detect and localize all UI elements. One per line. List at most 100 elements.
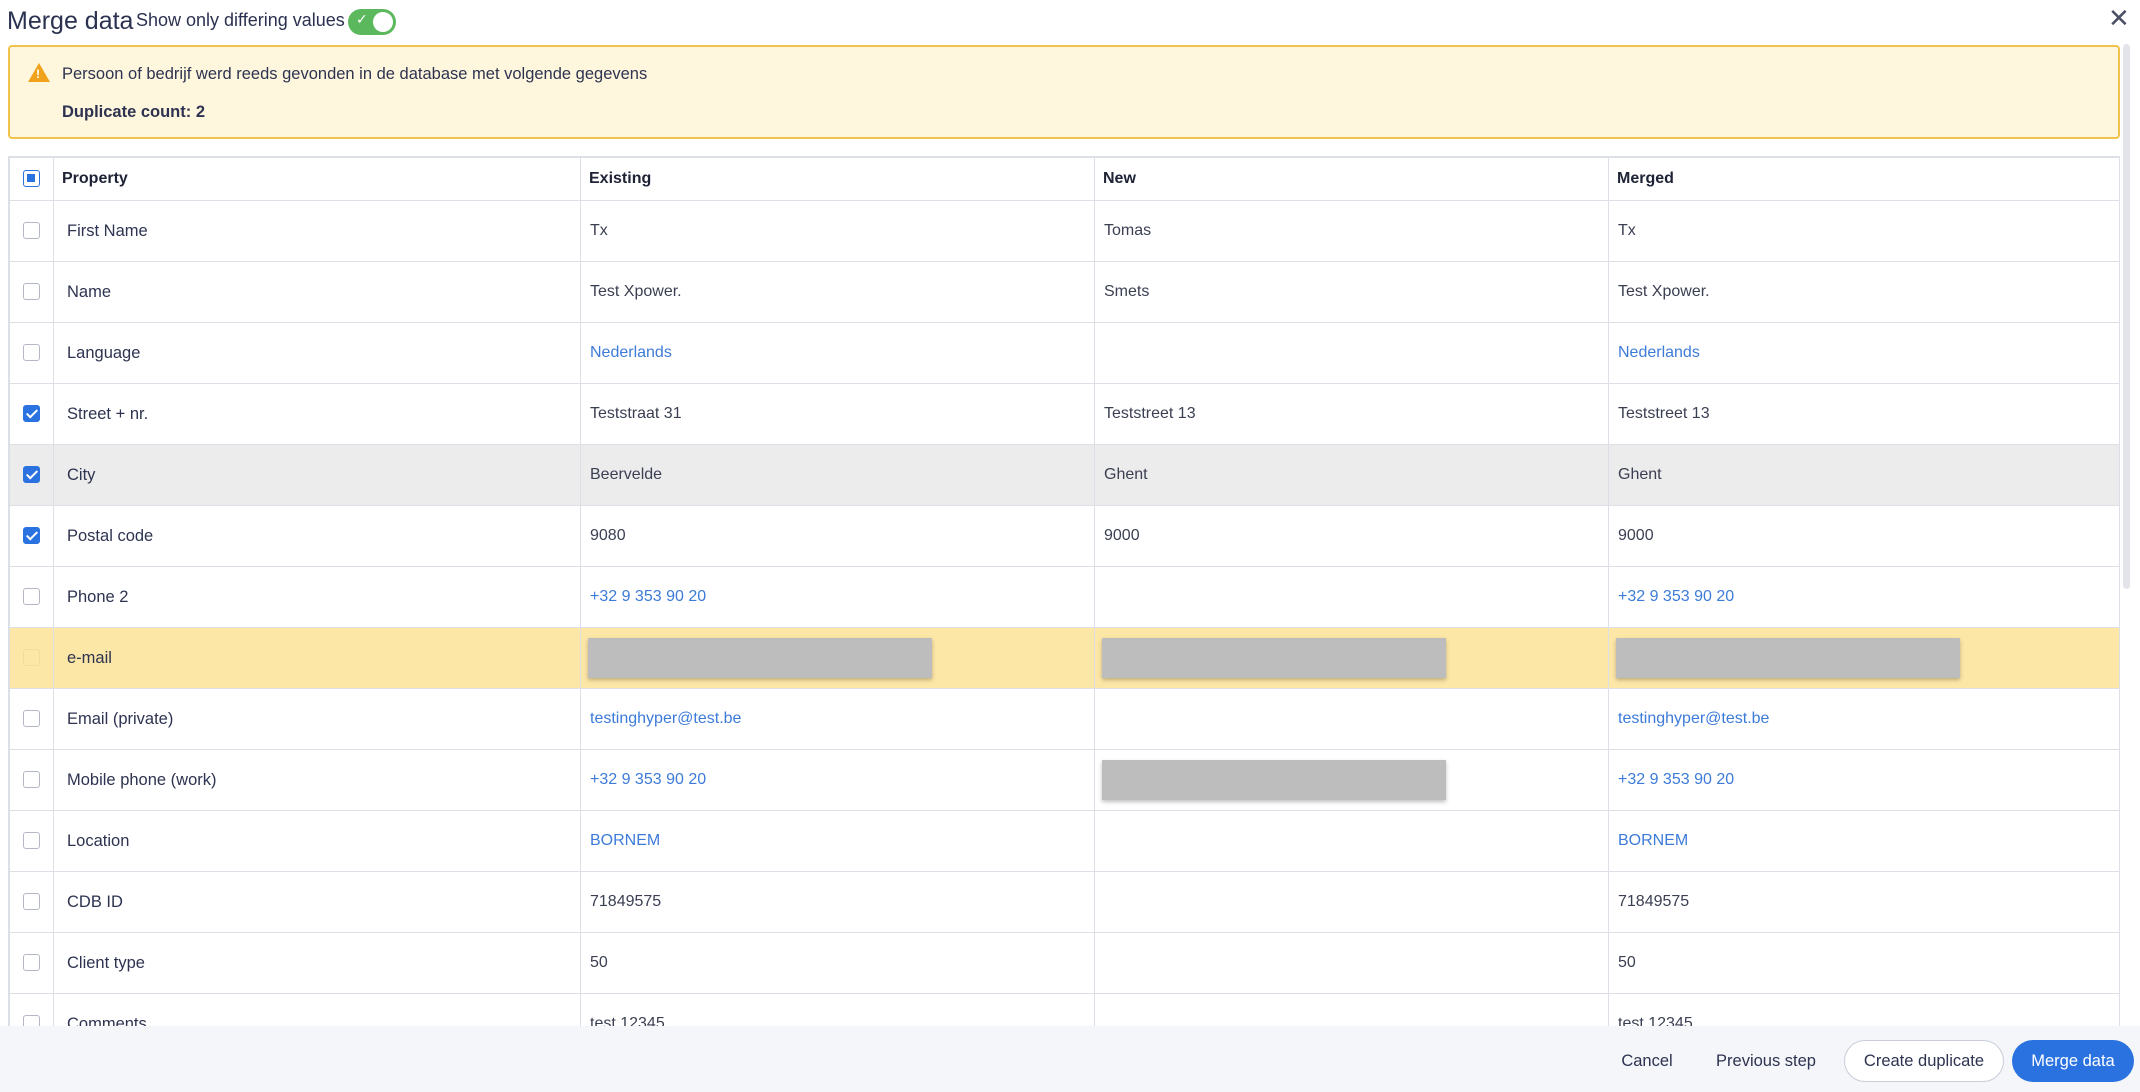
- merged-cell: 9000: [1608, 505, 2119, 567]
- row-checkbox[interactable]: [23, 283, 40, 301]
- table-row[interactable]: Postal code 9080 9000 9000: [9, 505, 2119, 567]
- existing-link[interactable]: +32 9 353 90 20: [590, 771, 706, 788]
- merged-link[interactable]: testinghyper@test.be: [1618, 710, 1769, 727]
- row-checkbox[interactable]: [23, 649, 40, 667]
- dialog-title: Merge data: [7, 7, 134, 35]
- redacted-value: [1616, 638, 1960, 678]
- row-checkbox[interactable]: [23, 771, 40, 789]
- new-cell: [1094, 566, 1609, 628]
- table-row[interactable]: Language Nederlands Nederlands: [9, 322, 2119, 384]
- existing-cell: 71849575: [580, 871, 1095, 933]
- new-cell: [1094, 322, 1609, 384]
- new-cell: [1094, 627, 1609, 689]
- existing-cell: [580, 627, 1095, 689]
- existing-cell: BORNEM: [580, 810, 1095, 872]
- row-checkbox[interactable]: [23, 527, 40, 545]
- existing-cell: Nederlands: [580, 322, 1095, 384]
- row-checkbox[interactable]: [23, 344, 40, 362]
- previous-step-button[interactable]: Previous step: [1704, 1040, 1828, 1082]
- property-cell: Language: [53, 322, 581, 384]
- row-checkbox[interactable]: [23, 1015, 40, 1026]
- property-cell: Street + nr.: [53, 383, 581, 445]
- existing-link[interactable]: BORNEM: [590, 832, 660, 849]
- merged-cell: 50: [1608, 932, 2119, 994]
- row-checkbox[interactable]: [23, 466, 40, 484]
- merged-cell: Nederlands: [1608, 322, 2119, 384]
- dialog-footer: Cancel Previous step Create duplicate Me…: [0, 1026, 2140, 1092]
- property-cell: Location: [53, 810, 581, 872]
- table-row[interactable]: CDB ID 71849575 71849575: [9, 871, 2119, 933]
- differing-values-toggle[interactable]: ✓: [348, 9, 396, 35]
- new-cell: [1094, 871, 1609, 933]
- scrollbar[interactable]: [2123, 44, 2130, 589]
- existing-cell: testinghyper@test.be: [580, 688, 1095, 750]
- redacted-value: [1102, 638, 1446, 678]
- new-cell: [1094, 749, 1609, 811]
- row-checkbox[interactable]: [23, 405, 40, 423]
- property-cell: City: [53, 444, 581, 506]
- property-cell: Client type: [53, 932, 581, 994]
- redacted-value: [1102, 760, 1446, 800]
- merged-cell: Tx: [1608, 200, 2119, 262]
- existing-cell: test 12345: [580, 993, 1095, 1026]
- table-row[interactable]: e-mail: [9, 627, 2119, 689]
- new-cell: [1094, 810, 1609, 872]
- merged-link[interactable]: +32 9 353 90 20: [1618, 588, 1734, 605]
- select-all-checkbox[interactable]: [23, 170, 40, 188]
- alert-message: Persoon of bedrijf werd reeds gevonden i…: [62, 65, 648, 83]
- merged-cell: +32 9 353 90 20: [1608, 749, 2119, 811]
- row-checkbox[interactable]: [23, 588, 40, 606]
- merged-cell: Ghent: [1608, 444, 2119, 506]
- new-cell: Smets: [1094, 261, 1609, 323]
- table-row[interactable]: First Name Tx Tomas Tx: [9, 200, 2119, 262]
- header-new: New: [1094, 157, 1609, 201]
- new-cell: [1094, 932, 1609, 994]
- table-row[interactable]: Name Test Xpower. Smets Test Xpower.: [9, 261, 2119, 323]
- cancel-button[interactable]: Cancel: [1610, 1040, 1684, 1082]
- new-cell: [1094, 688, 1609, 750]
- row-checkbox[interactable]: [23, 222, 40, 240]
- existing-cell: Beervelde: [580, 444, 1095, 506]
- merge-data-button[interactable]: Merge data: [2012, 1040, 2134, 1082]
- merged-cell: Test Xpower.: [1608, 261, 2119, 323]
- header-existing: Existing: [580, 157, 1095, 201]
- property-cell: First Name: [53, 200, 581, 262]
- existing-link[interactable]: +32 9 353 90 20: [590, 588, 706, 605]
- table-row[interactable]: Street + nr. Teststraat 31 Teststreet 13…: [9, 383, 2119, 445]
- merged-cell: [1608, 627, 2119, 689]
- merged-link[interactable]: Nederlands: [1618, 344, 1700, 361]
- existing-cell: Teststraat 31: [580, 383, 1095, 445]
- toggle-knob: [373, 12, 393, 32]
- merge-table: Property Existing New Merged First Name …: [9, 157, 2119, 1026]
- property-cell: CDB ID: [53, 871, 581, 933]
- duplicate-count: Duplicate count: 2: [62, 103, 206, 121]
- new-cell: Tomas: [1094, 200, 1609, 262]
- existing-link[interactable]: testinghyper@test.be: [590, 710, 741, 727]
- existing-cell: 9080: [580, 505, 1095, 567]
- merged-link[interactable]: +32 9 353 90 20: [1618, 771, 1734, 788]
- existing-cell: Tx: [580, 200, 1095, 262]
- property-cell: Comments: [53, 993, 581, 1026]
- table-row[interactable]: Email (private) testinghyper@test.be tes…: [9, 688, 2119, 750]
- table-row[interactable]: Client type 50 50: [9, 932, 2119, 994]
- row-checkbox[interactable]: [23, 832, 40, 850]
- select-all-cell: [9, 157, 54, 201]
- table-row[interactable]: Phone 2 +32 9 353 90 20 +32 9 353 90 20: [9, 566, 2119, 628]
- row-checkbox[interactable]: [23, 710, 40, 728]
- table-row[interactable]: City Beervelde Ghent Ghent: [9, 444, 2119, 506]
- property-cell: Email (private): [53, 688, 581, 750]
- redacted-value: [588, 638, 932, 678]
- check-icon: ✓: [356, 12, 368, 28]
- toggle-label: Show only differing values: [136, 10, 345, 30]
- new-cell: Ghent: [1094, 444, 1609, 506]
- table-row[interactable]: Mobile phone (work) +32 9 353 90 20 +32 …: [9, 749, 2119, 811]
- merged-link[interactable]: BORNEM: [1618, 832, 1688, 849]
- existing-link[interactable]: Nederlands: [590, 344, 672, 361]
- row-checkbox[interactable]: [23, 954, 40, 972]
- row-checkbox[interactable]: [23, 893, 40, 911]
- table-row[interactable]: Location BORNEM BORNEM: [9, 810, 2119, 872]
- table-row[interactable]: Comments test 12345 test 12345: [9, 993, 2119, 1026]
- property-cell: e-mail: [53, 627, 581, 689]
- close-icon[interactable]: ✕: [2108, 4, 2130, 34]
- create-duplicate-button[interactable]: Create duplicate: [1844, 1040, 2004, 1082]
